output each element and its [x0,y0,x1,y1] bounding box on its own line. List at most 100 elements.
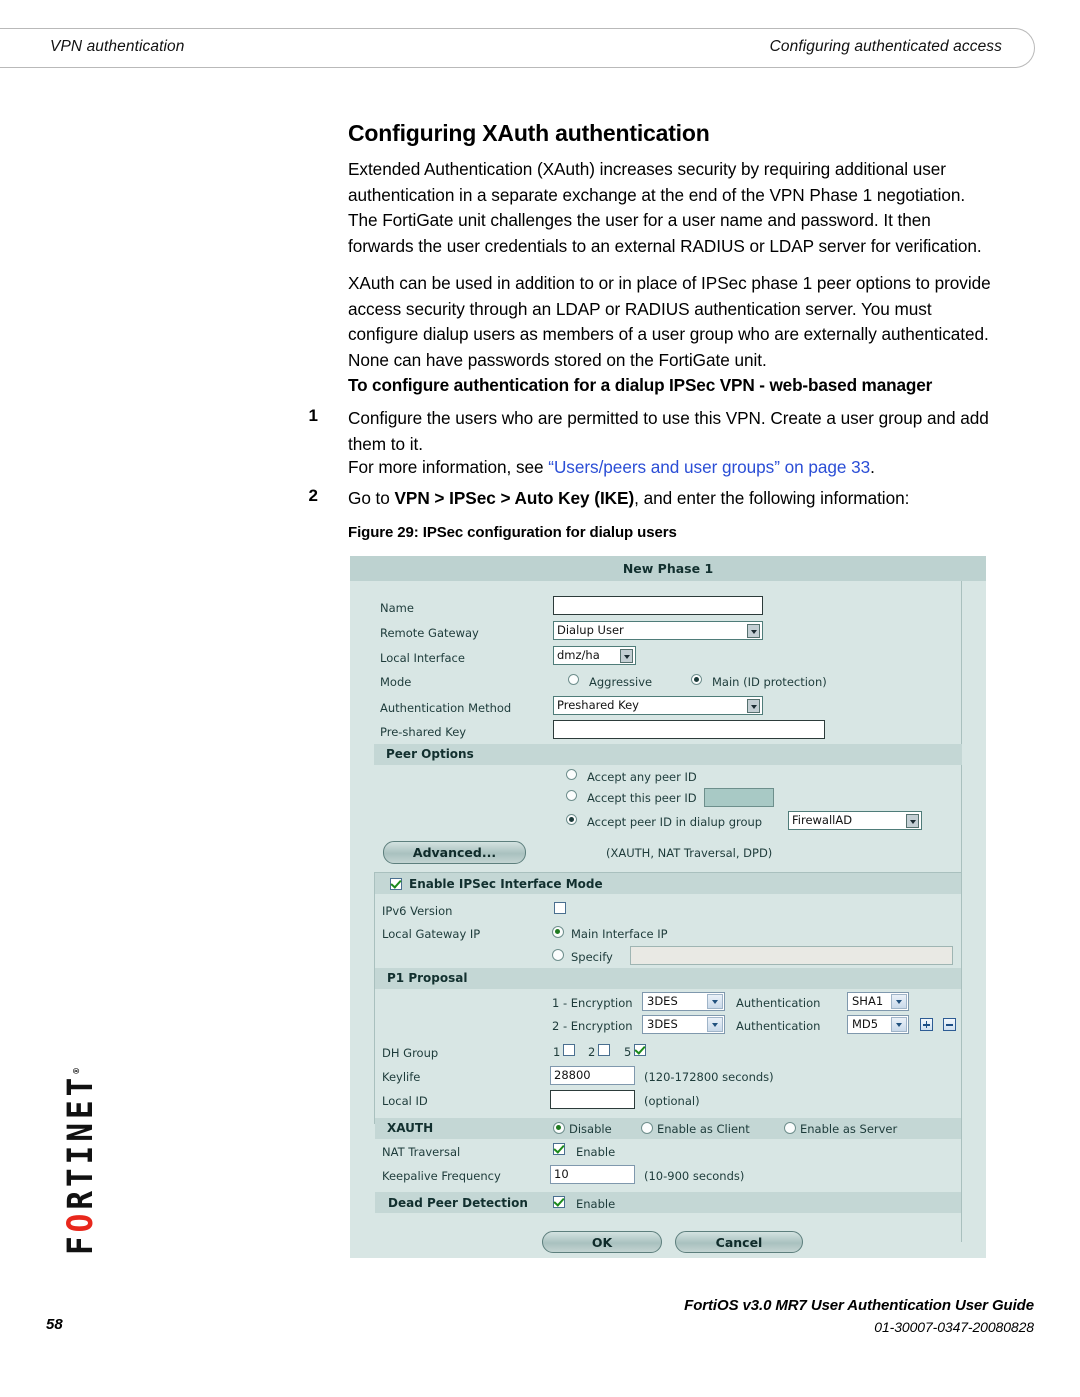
ipv6-version-label: IPv6 Version [382,904,453,918]
p1-row-2-authentication-select[interactable]: MD5 [847,1015,909,1034]
preshared-key-input[interactable] [553,720,825,739]
intro-paragraph-2: XAuth can be used in addition to or in p… [348,273,991,370]
figure-ipsec-config-screenshot: New Phase 1 Name Remote Gateway Dialup U… [350,556,986,1258]
keepalive-frequency-input[interactable]: 10 [550,1165,635,1184]
dialog-title: New Phase 1 [350,556,986,581]
p1-row-1-authentication-value: SHA1 [852,994,884,1008]
step-2-prefix: Go to [348,488,395,508]
logo-text-right: RTINET [60,1073,102,1210]
remove-proposal-icon[interactable] [943,1018,956,1031]
enable-ipsec-interface-mode-checkbox[interactable] [390,878,402,890]
chevron-down-icon [620,649,633,663]
p1-row-1-authentication-select[interactable]: SHA1 [847,992,909,1011]
chevron-down-icon [707,1017,723,1032]
keepalive-frequency-label: Keepalive Frequency [382,1169,501,1183]
mode-main-radio[interactable] [691,674,702,685]
page-title: Configuring XAuth authentication [348,120,710,146]
keylife-label: Keylife [382,1070,421,1084]
local-id-hint: (optional) [644,1094,700,1108]
advanced-button[interactable]: Advanced... [383,841,526,864]
chevron-down-icon [747,699,760,713]
crossref-suffix: . [870,457,875,477]
accept-this-peer-id-input[interactable] [704,788,774,807]
advanced-hint-label: (XAUTH, NAT Traversal, DPD) [606,846,773,860]
page-number: 58 [46,1316,63,1333]
chevron-down-icon [891,1017,907,1032]
peer-options-section-title: Peer Options [374,744,962,765]
local-gateway-specify-label: Specify [571,950,613,964]
step-2-number: 2 [308,486,318,505]
dialup-group-select[interactable]: FirewallAD [788,811,922,830]
mode-label: Mode [380,675,412,689]
local-gateway-ip-label: Local Gateway IP [382,927,481,941]
accept-any-peer-id-label: Accept any peer ID [587,770,697,784]
dialup-group-value: FirewallAD [792,813,853,827]
local-gateway-specify-input[interactable] [630,946,953,965]
dead-peer-detection-label: Dead Peer Detection [388,1196,528,1210]
nat-traversal-enable-label: Enable [576,1145,616,1159]
chevron-down-icon [707,994,723,1009]
add-proposal-icon[interactable] [920,1018,933,1031]
remote-gateway-select[interactable]: Dialup User [553,621,763,640]
nat-traversal-label: NAT Traversal [382,1145,461,1159]
p1-row-2-authentication-value: MD5 [852,1017,879,1031]
p1-proposal-section-title: P1 Proposal [375,968,961,989]
figure-caption: Figure 29: IPSec configuration for dialu… [348,524,677,541]
name-input[interactable] [553,596,763,615]
step-2-menu-path: VPN > IPSec > Auto Key (IKE) [394,488,635,508]
mode-aggressive-label: Aggressive [589,675,653,689]
accept-peer-id-in-group-radio[interactable] [566,814,577,825]
dh-group-2-label: 2 [588,1045,596,1059]
p1-row-2-encryption-label: 2 - Encryption [552,1019,633,1033]
local-id-input[interactable] [550,1090,635,1109]
procedure-subheading: To configure authentication for a dialup… [348,375,933,395]
preshared-key-label: Pre-shared Key [380,725,467,739]
nat-traversal-checkbox[interactable] [553,1143,565,1155]
authentication-method-select[interactable]: Preshared Key [553,696,763,715]
logo-text-left: F [60,1232,102,1255]
local-gateway-main-interface-radio[interactable] [552,926,564,938]
keepalive-frequency-hint: (10-900 seconds) [644,1169,745,1183]
running-header-right: Configuring authenticated access [769,38,1002,55]
fortinet-logo: FORTINET® [60,1025,103,1255]
logo-o-glyph: O [60,1209,102,1233]
xauth-enable-client-label: Enable as Client [657,1122,750,1136]
step-1-number: 1 [308,406,318,425]
ipv6-version-checkbox[interactable] [554,902,566,914]
chevron-down-icon [747,624,760,638]
local-gateway-specify-radio[interactable] [552,949,564,961]
mode-main-label: Main (ID protection) [712,675,827,689]
p1-row-1-encryption-select[interactable]: 3DES [642,992,725,1011]
dead-peer-detection-checkbox[interactable] [553,1196,565,1208]
remote-gateway-value: Dialup User [557,623,624,637]
xauth-enable-client-radio[interactable] [641,1122,653,1134]
local-interface-select[interactable]: dmz/ha [553,646,636,665]
step-2-suffix: , and enter the following information: [634,488,910,508]
local-id-label: Local ID [382,1094,428,1108]
intro-paragraph-1: Extended Authentication (XAuth) increase… [348,159,982,256]
xauth-enable-server-radio[interactable] [784,1122,796,1134]
crossref-link[interactable]: “Users/peers and user groups” on page 33 [548,457,870,477]
footer-guide-title: FortiOS v3.0 MR7 User Authentication Use… [684,1297,1034,1314]
p1-row-2-encryption-select[interactable]: 3DES [642,1015,725,1034]
keylife-input[interactable]: 28800 [550,1066,635,1085]
enable-ipsec-interface-mode-label: Enable IPSec Interface Mode [409,877,603,891]
dh-group-5-checkbox[interactable] [634,1044,646,1056]
dh-group-1-checkbox[interactable] [563,1044,575,1056]
ok-button[interactable]: OK [542,1231,662,1253]
logo-registered-mark: ® [71,1064,83,1074]
accept-any-peer-id-radio[interactable] [566,769,577,780]
mode-aggressive-radio[interactable] [568,674,579,685]
local-gateway-main-interface-label: Main Interface IP [571,927,668,941]
accept-this-peer-id-radio[interactable] [566,790,577,801]
p1-row-2-encryption-value: 3DES [647,1017,678,1031]
running-header: VPN authentication Configuring authentic… [0,28,1035,68]
dh-group-2-checkbox[interactable] [598,1044,610,1056]
running-header-left: VPN authentication [50,38,185,55]
dh-group-label: DH Group [382,1046,439,1060]
chevron-down-icon [891,994,907,1009]
cancel-button[interactable]: Cancel [675,1231,803,1253]
xauth-disable-radio[interactable] [553,1122,565,1134]
p1-row-2-authentication-label: Authentication [736,1019,821,1033]
p1-row-1-encryption-value: 3DES [647,994,678,1008]
